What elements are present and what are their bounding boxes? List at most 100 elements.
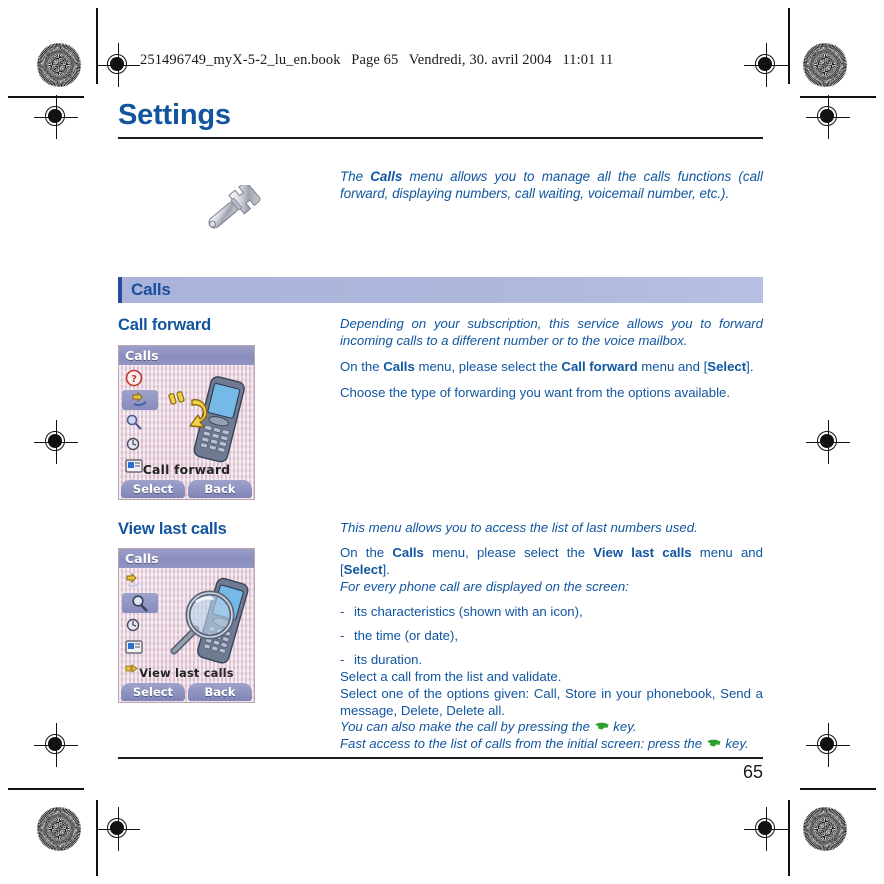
vlc-makecall-a: You can also make the call by pressing t… [340,719,594,735]
phone-menu-label: Call forward [142,461,231,477]
running-head-page: Page 65 [351,52,399,68]
running-head-filename: 251496749_myX-5-2_lu_en.book [140,52,341,68]
list-item-label: its characteristics (shown with an icon)… [354,604,583,620]
registration-mark-bottom-left [96,807,140,851]
view-last-calls-intro: This menu allows you to access the list … [340,519,698,535]
trim-line-top-left [8,96,84,98]
cf-s1d: Call forward [561,359,638,375]
starburst-calibration-mark-bottom-right [803,807,847,851]
cf-s1a: On the [340,359,384,375]
phone-title-bar: Calls [119,345,254,365]
registration-mark-lower-right [806,723,850,767]
bullet-dash: - [340,604,345,620]
starburst-calibration-mark-top-right [803,43,847,87]
starburst-calibration-mark-top-left [37,43,81,87]
section-header-label: Calls [131,280,171,300]
trim-line-left [96,8,98,84]
call-forward-step-1: On the Calls menu, please select the Cal… [340,359,763,376]
view-last-calls-makecall-line: You can also make the call by pressing t… [340,719,763,736]
view-last-calls-step-1: On the Calls menu, please select the Vie… [340,545,763,579]
page-content: Settings The Calls menu allows you to ma… [118,100,763,753]
phone-softkey-right[interactable]: Back [188,682,252,701]
view-last-calls-displayed-line: For every phone call are displayed on th… [340,579,629,595]
call-forward-icon [122,571,146,591]
view-last-calls-icon [122,592,158,613]
phone-softkey-left[interactable]: Select [121,682,185,701]
section-header-calls: Calls [118,277,763,304]
view-last-calls-heading: View last calls [118,519,227,538]
trim-line-top-right [800,96,876,98]
view-last-calls-select-line: Select a call from the list and validate… [340,668,562,684]
view-last-calls-illustration [158,575,250,671]
list-item: - its duration. [340,652,763,669]
call-costs-icon [122,615,146,635]
vlc-s1a: On the [340,545,393,561]
green-call-key-icon [706,737,722,748]
forward-arrow [168,390,208,428]
section-call-forward: Call forward Calls ? Call forward Select… [118,316,763,500]
call-costs-icon [122,434,146,454]
vlc-s1d: View last calls [593,545,692,561]
list-item: - its characteristics (shown with an ico… [340,604,763,621]
registration-mark-lower-left [34,723,78,767]
call-forward-heading: Call forward [118,316,211,335]
caller-id-icon [122,637,146,657]
phone-softkey-bar: Select Back [119,682,254,702]
view-last-calls-fastaccess-line: Fast access to the list of calls from th… [340,736,763,753]
printed-page: 251496749_myX-5-2_lu_en.book Page 65 Ven… [0,0,884,884]
chapter-icon-cell [118,169,340,237]
call-forward-step-2: Choose the type of forwarding you want f… [340,385,730,401]
trim-line-right [788,8,790,84]
starburst-calibration-mark-bottom-left [37,807,81,851]
cf-s1f: Select [707,359,747,375]
phone-softkey-left[interactable]: Select [121,479,185,498]
cf-s1c: menu, please select the [414,359,562,375]
chapter-intro: The Calls menu allows you to manage all … [118,169,763,237]
help-icon: ? [122,368,146,388]
phone-softkey-right[interactable]: Back [188,479,252,498]
phone-title-bar: Calls [119,548,254,568]
running-head: 251496749_myX-5-2_lu_en.book Page 65 Ven… [140,52,613,69]
call-forward-intro: Depending on your subscription, this ser… [340,316,763,349]
registration-mark-middle-left [34,420,78,464]
call-forward-figure-cell: Call forward Calls ? Call forward Select… [118,316,340,500]
trim-line-bottom-left [8,788,84,790]
title-divider [118,137,763,140]
green-call-key-icon [594,720,610,731]
vlc-s1f: Select [343,562,383,578]
bullet-dash: - [340,651,345,667]
phone-menu-label: View last calls [139,665,234,680]
cf-s1g: ]. [746,359,754,375]
vlc-s1b: Calls [392,545,424,561]
call-forward-text: Depending on your subscription, this ser… [340,316,763,411]
phone-softkey-bar: Select Back [119,479,254,499]
page-number: 65 [742,762,763,782]
list-item-label: its duration. [354,651,423,667]
page-title: Settings [118,99,231,131]
registration-mark-bottom-right [744,807,788,851]
running-head-time: 11:01 11 [562,52,614,68]
registration-mark-upper-right [806,95,850,139]
section-view-last-calls: View last calls Calls View last calls Se… [118,520,763,754]
wrench-icon [197,182,261,237]
vlc-s1c: menu, please select the [423,545,594,561]
view-last-calls-options-line: Select one of the options given: Call, S… [340,685,763,718]
registration-mark-middle-right [806,420,850,464]
running-head-date: Vendredi, 30. avril 2004 [408,52,552,68]
vlc-makecall-b: key. [609,719,637,735]
cf-s1b: Calls [383,359,415,375]
bullet-dash: - [340,628,345,644]
call-forward-icon [122,389,158,410]
trim-line-bottom-right [800,788,876,790]
intro-text-before: The [340,169,371,185]
trim-line-bottom-left-v [96,800,98,876]
registration-mark-upper-left [34,95,78,139]
list-item-label: the time (or date), [354,628,459,644]
view-last-calls-screenshot: Calls View last calls Select Back [118,547,255,703]
intro-text-bold: Calls [370,169,403,185]
vlc-s1g: ]. [382,562,390,578]
call-forward-illustration [158,372,250,468]
registration-mark-top-right [744,43,788,87]
footer-divider [118,757,763,759]
trim-line-bottom-right-v [788,800,790,876]
